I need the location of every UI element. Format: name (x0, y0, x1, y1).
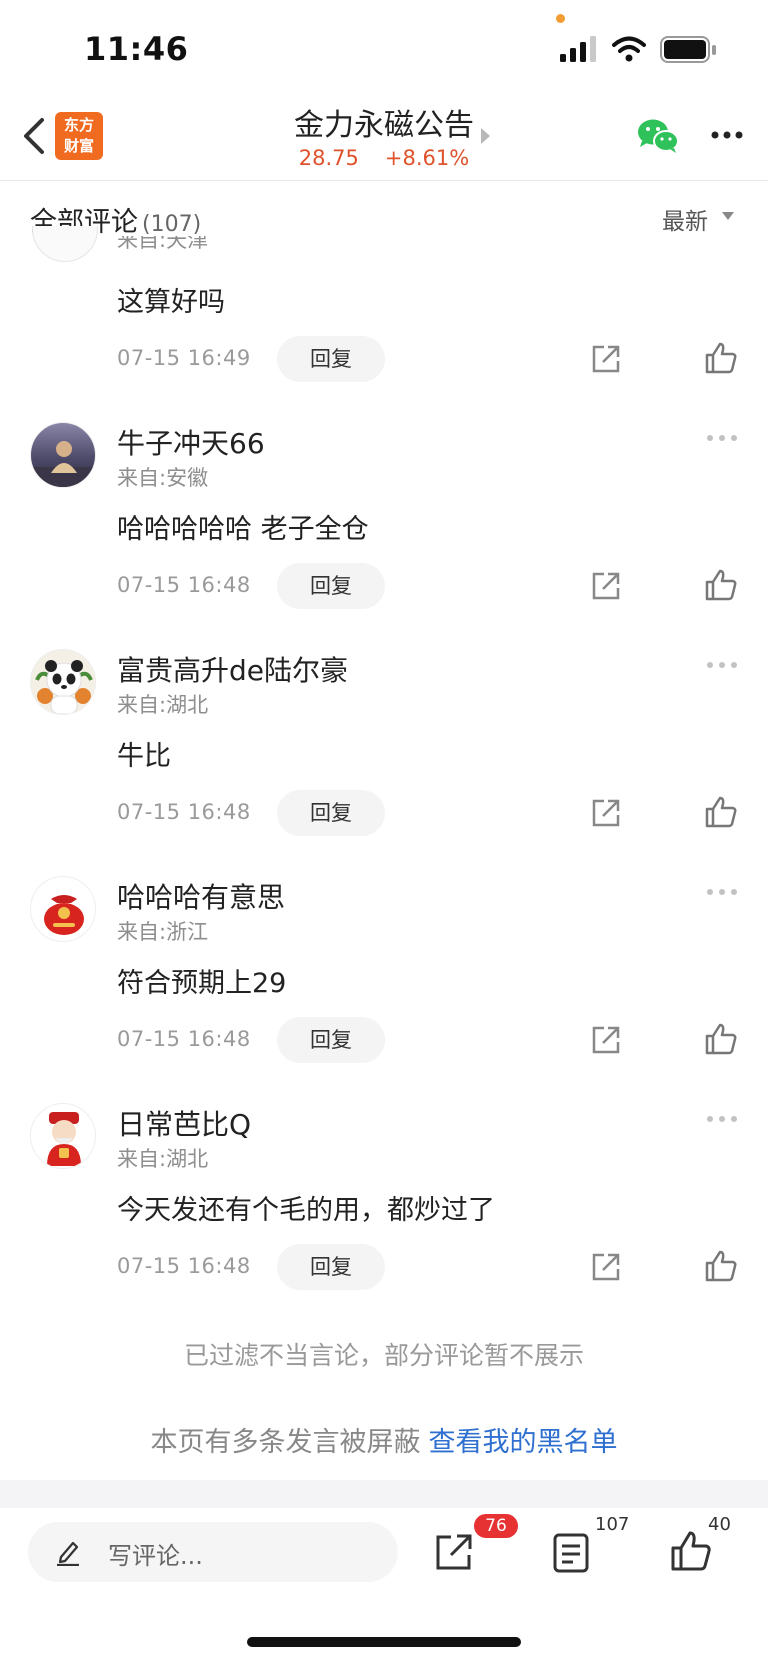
comment-location: 来自:安徽 (117, 466, 209, 490)
avatar[interactable] (30, 876, 96, 942)
pencil-icon (57, 1541, 79, 1566)
comment-username[interactable]: 富贵高升de陆尔豪 (117, 649, 348, 689)
comment-text: 哈哈哈哈哈 老子全仓 (117, 514, 369, 545)
reply-button[interactable]: 回复 (277, 336, 385, 382)
like-icon[interactable] (670, 1530, 712, 1572)
comment-time: 07-15 16:48 (117, 800, 251, 824)
avatar[interactable] (32, 226, 98, 262)
nav-divider (0, 180, 768, 181)
reply-button[interactable]: 回复 (277, 1244, 385, 1290)
avatar[interactable] (30, 649, 96, 715)
comment-time: 07-15 16:48 (117, 573, 251, 597)
comment-location: 来自:湖北 (117, 693, 209, 717)
share-icon[interactable] (590, 343, 622, 375)
like-icon[interactable] (704, 1249, 738, 1283)
red-pouch-avatar-image (44, 895, 84, 935)
share-icon[interactable] (434, 1532, 474, 1572)
comment-username[interactable]: 哈哈哈有意思 (117, 876, 285, 916)
like-icon[interactable] (704, 1022, 738, 1056)
wifi-icon (612, 36, 646, 62)
share-icon[interactable] (590, 570, 622, 602)
comment-more-icon[interactable] (706, 434, 738, 442)
panda-avatar-image (35, 660, 93, 714)
comment-username[interactable]: 牛子冲天66 (117, 422, 265, 462)
sort-caret-icon[interactable] (722, 212, 734, 220)
like-count: 40 (708, 1514, 731, 1535)
comment-text: 牛比 (117, 741, 171, 772)
blocked-notice: 本页有多条发言被屏蔽 查看我的黑名单 (0, 1420, 768, 1459)
share-icon[interactable] (590, 1024, 622, 1056)
comment-location-text: 来自:天津 (117, 236, 209, 252)
share-icon[interactable] (590, 1251, 622, 1283)
share-icon[interactable] (590, 797, 622, 829)
comment-location: 来自:浙江 (117, 920, 209, 944)
comment-text: 今天发还有个毛的用，都炒过了 (117, 1195, 495, 1226)
battery-icon (660, 36, 716, 63)
sort-dropdown[interactable]: 最新 (662, 202, 708, 236)
filtered-notice: 已过滤不当言论，部分评论暂不展示 (183, 1341, 584, 1370)
avatar[interactable] (30, 422, 96, 488)
like-icon[interactable] (704, 568, 738, 602)
share-count-badge: 76 (474, 1514, 518, 1538)
title-expand-arrow-icon[interactable] (481, 128, 490, 144)
section-divider (0, 1480, 768, 1508)
wechat-share-icon[interactable] (636, 117, 680, 155)
view-blacklist-link[interactable]: 查看我的黑名单 (429, 1427, 618, 1458)
reply-button[interactable]: 回复 (277, 790, 385, 836)
comment-count: (107) (142, 212, 202, 237)
reply-button[interactable]: 回复 (277, 563, 385, 609)
fortune-god-avatar-image (47, 1112, 81, 1166)
like-icon[interactable] (704, 795, 738, 829)
stock-price: 28.75 (298, 146, 359, 170)
comments-list-icon[interactable] (553, 1533, 589, 1573)
comment-total-count: 107 (595, 1514, 630, 1535)
comment-location: 来自:湖北 (117, 1147, 209, 1171)
comment-more-icon[interactable] (706, 661, 738, 669)
comment-username[interactable]: 日常芭比Q (117, 1103, 251, 1143)
privacy-indicator-dot (556, 14, 565, 23)
write-comment-placeholder[interactable]: 写评论... (108, 1536, 203, 1571)
comment-location: 来自:天津 (117, 236, 208, 262)
comment-more-icon[interactable] (706, 888, 738, 896)
write-comment-input[interactable] (28, 1522, 398, 1582)
like-icon[interactable] (704, 341, 738, 375)
more-options-icon[interactable] (710, 130, 744, 140)
avatar-image (31, 441, 95, 487)
reply-button[interactable]: 回复 (277, 1017, 385, 1063)
comment-text: 符合预期上29 (117, 968, 287, 999)
comment-text: 这算好吗 (117, 287, 225, 318)
cellular-signal-icon (560, 36, 596, 62)
avatar[interactable] (30, 1103, 96, 1169)
comment-time: 07-15 16:49 (117, 346, 251, 370)
status-time: 11:46 (84, 30, 189, 68)
home-indicator[interactable] (247, 1637, 521, 1647)
stock-change: +8.61% (384, 146, 470, 170)
comment-time: 07-15 16:48 (117, 1254, 251, 1278)
comment-more-icon[interactable] (706, 1115, 738, 1123)
blocked-notice-text: 本页有多条发言被屏蔽 (150, 1427, 421, 1458)
comment-time: 07-15 16:48 (117, 1027, 251, 1051)
